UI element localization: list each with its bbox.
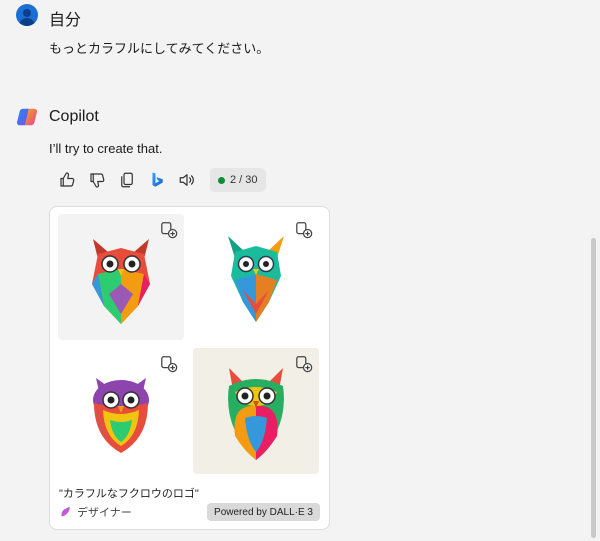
user-avatar [16, 4, 38, 26]
copy-button[interactable] [112, 167, 142, 193]
thumbs-up-icon [60, 172, 75, 187]
turn-counter: 2 / 30 [210, 168, 266, 192]
user-message-text: もっとカラフルにしてみてください。 [49, 41, 270, 56]
read-aloud-button[interactable] [172, 167, 202, 193]
collection-add-icon [161, 356, 178, 373]
save-to-collection-button[interactable] [293, 353, 315, 375]
collection-add-icon [161, 222, 178, 239]
like-button[interactable] [52, 167, 82, 193]
copilot-logo-icon [16, 108, 38, 126]
image-prompt-caption: "カラフルなフクロウのロゴ" [59, 488, 199, 500]
copy-icon [121, 172, 133, 188]
designer-label: デザイナー [77, 507, 132, 519]
generated-image-2[interactable] [193, 214, 319, 340]
collection-add-icon [296, 356, 313, 373]
copilot-message-text: I’ll try to create that. [49, 141, 163, 156]
user-name: 自分 [49, 12, 82, 29]
thumbs-down-icon [90, 173, 105, 188]
dislike-button[interactable] [82, 167, 112, 193]
save-to-collection-button[interactable] [293, 219, 315, 241]
generated-image-1[interactable] [58, 214, 184, 340]
designer-icon [61, 506, 70, 517]
turn-counter-text: 2 / 30 [230, 174, 258, 186]
collection-add-icon [296, 222, 313, 239]
generated-image-3[interactable] [58, 348, 184, 474]
save-to-collection-button[interactable] [158, 219, 180, 241]
speaker-icon [179, 174, 194, 186]
save-to-collection-button[interactable] [158, 353, 180, 375]
copilot-name: Copilot [49, 108, 99, 125]
generated-image-4[interactable] [193, 348, 319, 474]
scrollbar[interactable] [591, 238, 596, 538]
message-actions: 2 / 30 [52, 167, 266, 193]
bing-search-button[interactable] [142, 167, 172, 193]
status-dot-icon [218, 176, 225, 184]
designer-link[interactable]: デザイナー [59, 503, 132, 521]
bing-icon [152, 172, 163, 187]
powered-by-badge: Powered by DALL·E 3 [207, 503, 320, 521]
image-result-card: "カラフルなフクロウのロゴ" デザイナー Powered by DALL·E 3 [49, 206, 330, 530]
